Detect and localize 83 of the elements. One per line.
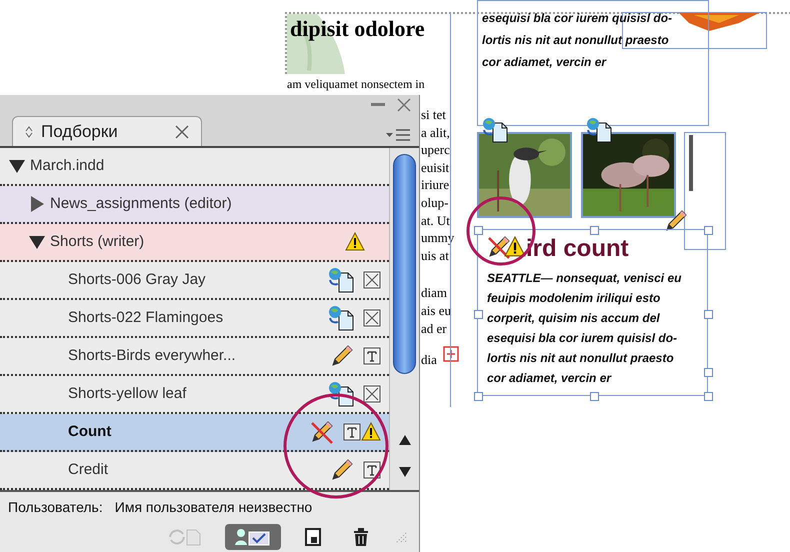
selection-handle[interactable] bbox=[704, 368, 713, 377]
story-name: News_assignments (editor) bbox=[50, 194, 232, 214]
user-name: Имя пользователя неизвестно bbox=[114, 498, 312, 516]
text-line: at. Ut bbox=[421, 212, 450, 229]
text-line: iriure bbox=[421, 177, 450, 194]
text-line: dia bbox=[421, 352, 437, 368]
text-line: am veliquamet nonsectem in bbox=[287, 77, 425, 92]
text-line: esequisi bla cor iurem quisisl do- bbox=[487, 330, 678, 347]
scroll-down-icon[interactable] bbox=[398, 466, 412, 478]
story-name: Count bbox=[68, 422, 112, 442]
text-line: SEATTLE— nonsequat, venisci eu bbox=[487, 270, 682, 287]
story-row[interactable]: Shorts-022 Flamingoes bbox=[0, 300, 389, 338]
new-page-icon bbox=[305, 528, 321, 546]
text-line: lortis nis nit aut nonullut praesto bbox=[482, 32, 669, 49]
close-icon[interactable] bbox=[175, 124, 189, 138]
selection-handle[interactable] bbox=[474, 226, 483, 235]
story-name: March.indd bbox=[30, 156, 104, 176]
graphic-frame-icon bbox=[363, 309, 381, 327]
story-name: Shorts-022 Flamingoes bbox=[68, 308, 224, 328]
linked-file-icon bbox=[327, 305, 355, 331]
linked-file-icon bbox=[481, 117, 509, 143]
warning-icon bbox=[361, 422, 381, 442]
selection-handle[interactable] bbox=[474, 392, 483, 401]
story-name: Shorts-yellow leaf bbox=[68, 384, 186, 404]
text-line: a alit, bbox=[421, 124, 450, 141]
text-frame-icon bbox=[343, 423, 361, 441]
panel-tab[interactable]: Подборки bbox=[12, 116, 202, 146]
edit-button[interactable] bbox=[225, 524, 281, 550]
text-line: cor adiamet, vercin er bbox=[482, 54, 606, 71]
selection-handle[interactable] bbox=[590, 226, 599, 235]
linked-file-icon bbox=[327, 267, 355, 293]
expanded-arrow-icon[interactable] bbox=[8, 157, 26, 175]
story-name: Shorts-006 Gray Jay bbox=[68, 270, 206, 290]
panel-menu-icon[interactable] bbox=[385, 128, 411, 142]
linked-file-icon bbox=[327, 381, 355, 407]
text-line: diam bbox=[421, 285, 447, 302]
text-frame-icon bbox=[363, 347, 381, 365]
scroll-up-icon[interactable] bbox=[398, 434, 412, 446]
sync-icon bbox=[167, 527, 201, 547]
close-icon[interactable] bbox=[397, 98, 411, 112]
text-line: lortis nis nit aut nonullut praesto bbox=[487, 350, 674, 367]
selection-handle[interactable] bbox=[590, 392, 599, 401]
expanded-arrow-icon[interactable] bbox=[28, 233, 46, 251]
scrollbar[interactable] bbox=[389, 148, 419, 490]
text-frame-icon bbox=[363, 461, 381, 479]
selection-handle[interactable] bbox=[474, 310, 483, 319]
story-row[interactable]: News_assignments (editor) bbox=[0, 186, 389, 224]
story-name: Shorts (writer) bbox=[50, 232, 144, 252]
text-line: ais eu bbox=[421, 303, 451, 319]
collapsed-arrow-icon[interactable] bbox=[28, 195, 46, 213]
pencil-icon bbox=[329, 457, 355, 483]
text-line: uperc bbox=[421, 142, 450, 158]
text-line: feuipis modolenim iriliqui esto bbox=[487, 290, 660, 307]
story-row[interactable]: Shorts (writer) bbox=[0, 224, 389, 262]
text-line: olup- bbox=[421, 195, 448, 211]
story-row[interactable]: Shorts-006 Gray Jay bbox=[0, 262, 389, 300]
warning-icon bbox=[504, 236, 526, 258]
minimize-icon[interactable] bbox=[371, 103, 385, 107]
user-label: Пользователь: bbox=[8, 498, 103, 516]
story-row[interactable]: Shorts-Birds everywher... bbox=[0, 338, 389, 376]
heading: dipisit odolore bbox=[290, 15, 425, 43]
overset-icon bbox=[443, 346, 459, 362]
text-line: uis at bbox=[421, 248, 449, 264]
selection-handle[interactable] bbox=[704, 310, 713, 319]
selection-handle[interactable] bbox=[704, 226, 713, 235]
pencil-icon bbox=[663, 208, 689, 234]
graphic-frame-icon bbox=[363, 271, 381, 289]
story-name: Shorts-Birds everywher... bbox=[68, 346, 236, 366]
sort-arrows-icon bbox=[25, 126, 33, 138]
story-row[interactable]: Count bbox=[0, 414, 389, 452]
story-name: Credit bbox=[68, 460, 108, 480]
warning-icon bbox=[345, 232, 365, 252]
graphic-frame-icon bbox=[363, 385, 381, 403]
pencil-icon bbox=[329, 343, 355, 369]
text-line: si tet bbox=[421, 107, 446, 123]
trash-icon bbox=[353, 527, 369, 547]
text-line: ad er bbox=[421, 320, 447, 337]
text-line: cor adiamet, vercin er bbox=[487, 370, 612, 387]
crossed-pencil-icon bbox=[309, 419, 335, 445]
linked-file-icon bbox=[585, 117, 613, 143]
selection-handle[interactable] bbox=[704, 392, 713, 401]
text-line: corperit, quisim nis accum del bbox=[487, 310, 660, 327]
text-line: euisit bbox=[421, 160, 450, 176]
